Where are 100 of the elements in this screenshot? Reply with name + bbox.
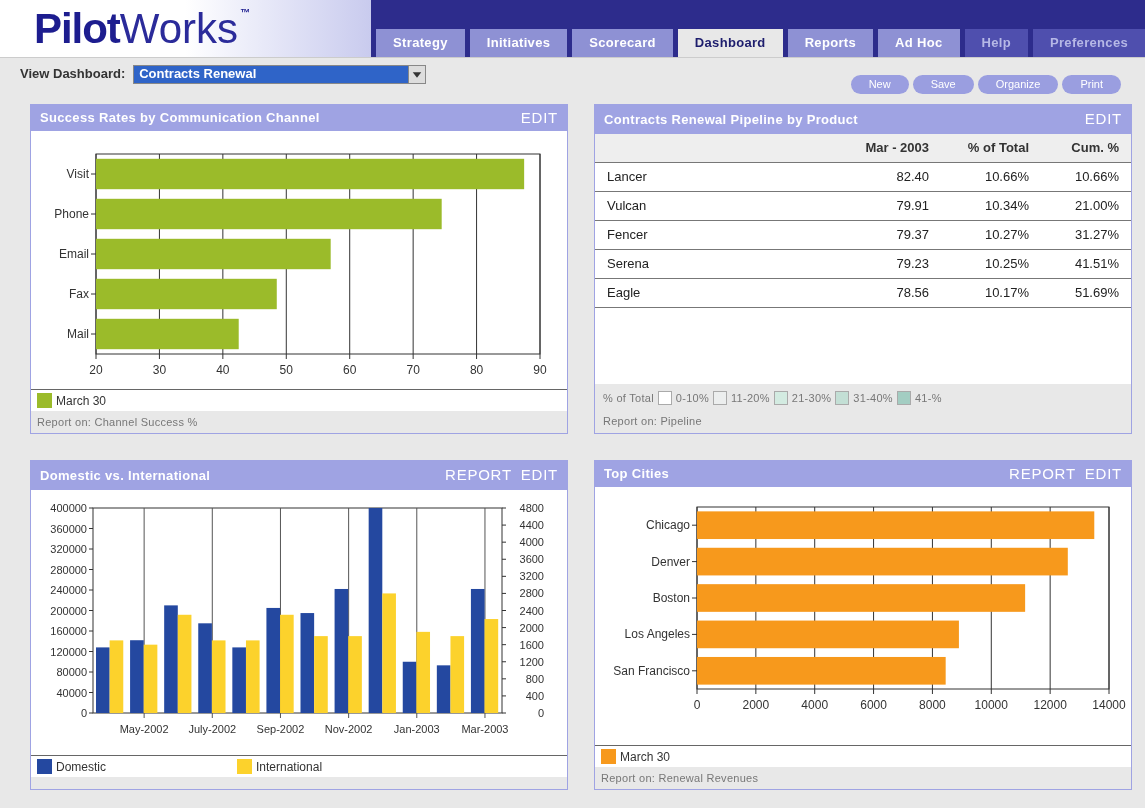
- table-cell-text: 51.69%: [1073, 284, 1120, 303]
- axis-label: 14000: [1092, 698, 1126, 712]
- table-cell-text: 31.27%: [1073, 226, 1120, 245]
- toolbar-button[interactable]: Organize: [977, 74, 1059, 94]
- axis-label: Email: [59, 247, 89, 261]
- table-cell-text: 10.66%: [983, 168, 1030, 187]
- axis-label: Sep-2002: [256, 723, 305, 735]
- column-header: % of Total: [966, 139, 1030, 158]
- toolbar-button[interactable]: New: [850, 74, 909, 94]
- axis-label: 160000: [50, 625, 87, 637]
- table-cell-text: 10.66%: [1073, 168, 1120, 187]
- axis-label: 4000: [519, 536, 544, 549]
- table-cell-text: 21.00%: [1073, 197, 1120, 216]
- axis-label: 80: [469, 363, 484, 377]
- axis-label: 4000: [801, 698, 829, 712]
- panel-title: Top Cities: [604, 465, 670, 484]
- table-cell-text: 41.51%: [1073, 255, 1120, 274]
- axis-label: July-2002: [188, 723, 237, 735]
- axis-label: 320000: [50, 543, 87, 555]
- table-cell-text: Vulcan: [606, 197, 648, 216]
- table-cell-text: 78.56: [895, 284, 930, 303]
- axis-label: 280000: [50, 563, 87, 576]
- nav-tab[interactable]: Dashboard: [677, 29, 783, 57]
- axis-label: Denver: [651, 554, 690, 569]
- axis-label: 40: [216, 363, 230, 377]
- scale-label: 31-40%: [853, 391, 893, 406]
- axis-label: 3200: [519, 570, 544, 583]
- axis-label: Boston: [652, 591, 690, 605]
- nav-tab[interactable]: Strategy: [376, 29, 465, 57]
- table-cell-text: 79.23: [895, 255, 930, 274]
- panel-title: Domestic vs. International: [40, 466, 211, 485]
- toolbar-button[interactable]: Save: [912, 74, 974, 94]
- axis-label: 10000: [974, 698, 1008, 712]
- dashboard-select[interactable]: Contracts Renewal: [133, 64, 427, 84]
- axis-label: 120000: [50, 645, 87, 658]
- axis-label: Visit: [66, 167, 89, 181]
- panel-action-link[interactable]: EDIT: [1084, 108, 1122, 131]
- axis-label: 0: [693, 698, 701, 712]
- axis-label: Nov-2002: [324, 723, 373, 735]
- axis-label: Phone: [54, 207, 89, 221]
- axis-label: 200000: [50, 604, 87, 617]
- axis-label: 90: [533, 363, 547, 377]
- panel-action-link[interactable]: REPORT: [1009, 462, 1076, 486]
- axis-label: 360000: [50, 522, 87, 535]
- axis-label: 70: [406, 363, 420, 377]
- table-cell-text: 79.37: [895, 226, 930, 245]
- legend-label: International: [256, 758, 323, 776]
- axis-label: 4800: [519, 502, 544, 514]
- bar: [232, 647, 246, 713]
- nav-tab[interactable]: Reports: [787, 29, 874, 57]
- axis-label: 1600: [519, 638, 544, 651]
- panel-action-link[interactable]: EDIT: [520, 106, 558, 130]
- legend-label: Domestic: [56, 758, 106, 776]
- axis-label: May-2002: [119, 723, 169, 735]
- axis-label: 400: [525, 689, 544, 702]
- axis-label: 12000: [1033, 698, 1067, 712]
- table-cell-text: 82.40: [895, 168, 930, 187]
- view-dashboard-label: View Dashboard:: [20, 65, 126, 84]
- panel-action-link[interactable]: EDIT: [520, 464, 558, 487]
- axis-label: 400000: [50, 502, 87, 514]
- table-cell-text: 79.91: [895, 197, 930, 216]
- column-header: Cum. %: [1070, 139, 1120, 158]
- axis-label: 80000: [56, 666, 87, 678]
- bar: [96, 647, 110, 713]
- axis-label: 0: [537, 707, 544, 719]
- panel-title: Contracts Renewal Pipeline by Product: [604, 110, 859, 129]
- axis-label: 0: [80, 707, 87, 719]
- table-cell-text: Serena: [606, 255, 650, 274]
- axis-label: Mar-2003: [461, 723, 509, 735]
- scale-label: 0-10%: [675, 391, 710, 406]
- axis-label: 60: [343, 363, 357, 377]
- nav-tab[interactable]: Ad Hoc: [878, 29, 960, 57]
- logo: PilotWorks™: [34, 7, 250, 50]
- column-header: Mar - 2003: [864, 139, 930, 158]
- scale-label: 41-%: [914, 391, 942, 406]
- scale-label: 11-20%: [731, 391, 770, 406]
- table-cell-text: 10.27%: [983, 226, 1030, 245]
- table-cell-text: Fencer: [606, 226, 649, 245]
- nav-tab[interactable]: Scorecard: [572, 29, 673, 57]
- report-source: Report on: Pipeline: [603, 413, 703, 429]
- axis-label: 800: [525, 672, 544, 685]
- table-cell-text: Eagle: [606, 284, 642, 303]
- legend-label: March 30: [620, 748, 671, 766]
- axis-label: 8000: [919, 698, 946, 712]
- scale-label: % of Total: [603, 391, 654, 406]
- axis-label: 2400: [519, 604, 544, 617]
- axis-label: San Francisco: [613, 663, 690, 678]
- toolbar-button[interactable]: Print: [1062, 74, 1121, 94]
- axis-label: 240000: [50, 584, 87, 596]
- legend-label: March 30: [56, 392, 107, 410]
- table-cell-text: 10.34%: [983, 197, 1030, 216]
- panel-action-link[interactable]: REPORT: [445, 464, 512, 487]
- axis-label: Chicago: [645, 518, 690, 533]
- table-cell-text: 10.17%: [983, 284, 1030, 303]
- nav-tab[interactable]: Initiatives: [469, 29, 568, 57]
- panel-action-link[interactable]: EDIT: [1084, 462, 1122, 486]
- panel-title: Success Rates by Communication Channel: [40, 109, 320, 128]
- table-cell-text: 10.25%: [983, 255, 1030, 274]
- axis-label: 6000: [860, 698, 887, 712]
- scale-label: 21-30%: [791, 391, 832, 406]
